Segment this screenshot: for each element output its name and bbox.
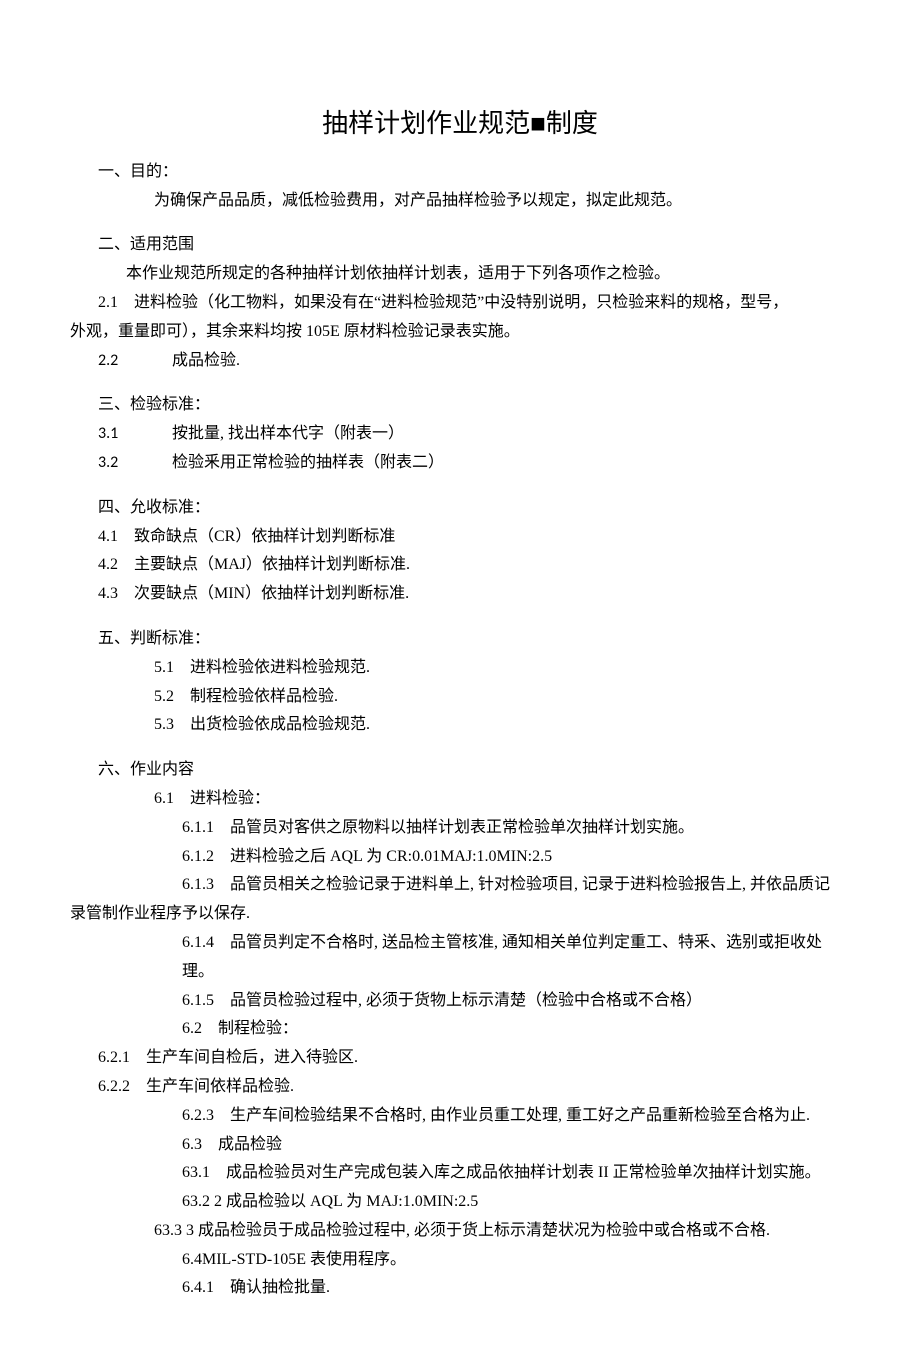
item-3-1-num: 3.1 (98, 420, 140, 449)
section-4-head: 四、允收标准： (70, 494, 850, 523)
item-5-2: 5.2 制程检验依样品检验. (70, 683, 850, 712)
item-6-1-3b: 录管制作业程序予以保存. (70, 900, 850, 929)
item-6-1-3a: 6.1.3 品管员相关之检验记录于进料单上, 针对检验项目, 记录于进料检验报告… (70, 871, 850, 900)
item-2-2-num: 2.2 (98, 347, 140, 376)
item-6-2-3: 6.2.3 生产车间检验结果不合格时, 由作业员重工处理, 重工好之产品重新检验… (70, 1102, 850, 1131)
title-part-a: 抽样计划作业规范 (322, 108, 530, 138)
item-6-2-1: 6.2.1 生产车间自检后，进入待验区. (70, 1044, 850, 1073)
item-3-2: 3.2 检验釆用正常检验的抽样表（附表二） (70, 449, 850, 478)
item-6-4-1: 6.4.1 确认抽检批量. (70, 1274, 850, 1303)
item-6-3-3: 63.3 3 成品检验员于成品检验过程中, 必须于货上标示清楚状况为检验中或合格… (70, 1217, 850, 1246)
section-1-head: 一、目的： (70, 158, 850, 187)
section-3-head: 三、检验标准： (70, 391, 850, 420)
item-5-1: 5.1 进料检验依进料检验规范. (70, 654, 850, 683)
section-2-body: 本作业规范所规定的各种抽样计划依抽样计划表，适用于下列各项作之检验。 (70, 260, 850, 289)
item-6-2: 6.2 制程检验： (70, 1015, 850, 1044)
item-6-1-4: 6.1.4 品管员判定不合格时, 送品检主管核准, 通知相关单位判定重工、特釆、… (70, 929, 850, 987)
item-2-1-a: 2.1 进料检验（化工物料，如果没有在“进料检验规范”中没特别说明，只检验来料的… (70, 289, 850, 318)
item-6-1-1: 6.1.1 品管员对客供之原物料以抽样计划表正常检验单次抽样计划实施。 (70, 814, 850, 843)
item-4-2: 4.2 主要缺点（MAJ）依抽样计划判断标准. (70, 551, 850, 580)
item-3-1: 3.1 按批量, 找出样本代字（附表一） (70, 420, 850, 449)
section-2-head: 二、适用范围 (70, 231, 850, 260)
section-1-body: 为确保产品品质，减低检验费用，对产品抽样检验予以规定，拟定此规范。 (70, 187, 850, 216)
document-page: 抽样计划作业规范■制度 一、目的： 为确保产品品质，减低检验费用，对产品抽样检验… (0, 0, 920, 1363)
item-2-1-b: 外观，重量即可），其余来料均按 105E 原材料检验记录表实施。 (70, 318, 850, 347)
document-title: 抽样计划作业规范■制度 (70, 100, 850, 148)
item-2-2: 2.2 成品检验. (70, 347, 850, 376)
item-4-1: 4.1 致命缺点（CR）依抽样计划判断标准 (70, 523, 850, 552)
item-3-2-num: 3.2 (98, 449, 140, 478)
item-6-3-1: 63.1 成品检验员对生产完成包装入库之成品依抽样计划表 II 正常检验单次抽样… (70, 1159, 850, 1188)
section-6-head: 六、作业内容 (70, 756, 850, 785)
item-6-1: 6.1 进料检验： (70, 785, 850, 814)
item-3-1-txt: 按批量, 找出样本代字（附表一） (172, 425, 404, 442)
item-6-1-5: 6.1.5 品管员检验过程中, 必须于货物上标示清楚（检验中合格或不合格） (70, 987, 850, 1016)
item-5-3: 5.3 出货检验依成品检验规范. (70, 711, 850, 740)
section-5-head: 五、判断标准： (70, 625, 850, 654)
item-3-2-txt: 检验釆用正常检验的抽样表（附表二） (172, 454, 444, 471)
item-6-2-2: 6.2.2 生产车间依样品检验. (70, 1073, 850, 1102)
item-6-1-2: 6.1.2 进料检验之后 AQL 为 CR:0.01MAJ:1.0MIN:2.5 (70, 843, 850, 872)
title-part-b: 制度 (546, 108, 598, 138)
item-4-3: 4.3 次要缺点（MIN）依抽样计划判断标准. (70, 580, 850, 609)
item-2-2-txt: 成品检验. (172, 352, 240, 369)
black-square-icon: ■ (530, 109, 546, 138)
item-6-3: 6.3 成品检验 (70, 1131, 850, 1160)
item-6-3-2: 63.2 2 成品检验以 AQL 为 MAJ:1.0MIN:2.5 (70, 1188, 850, 1217)
item-6-4: 6.4MIL-STD-105E 表使用程序。 (70, 1246, 850, 1275)
